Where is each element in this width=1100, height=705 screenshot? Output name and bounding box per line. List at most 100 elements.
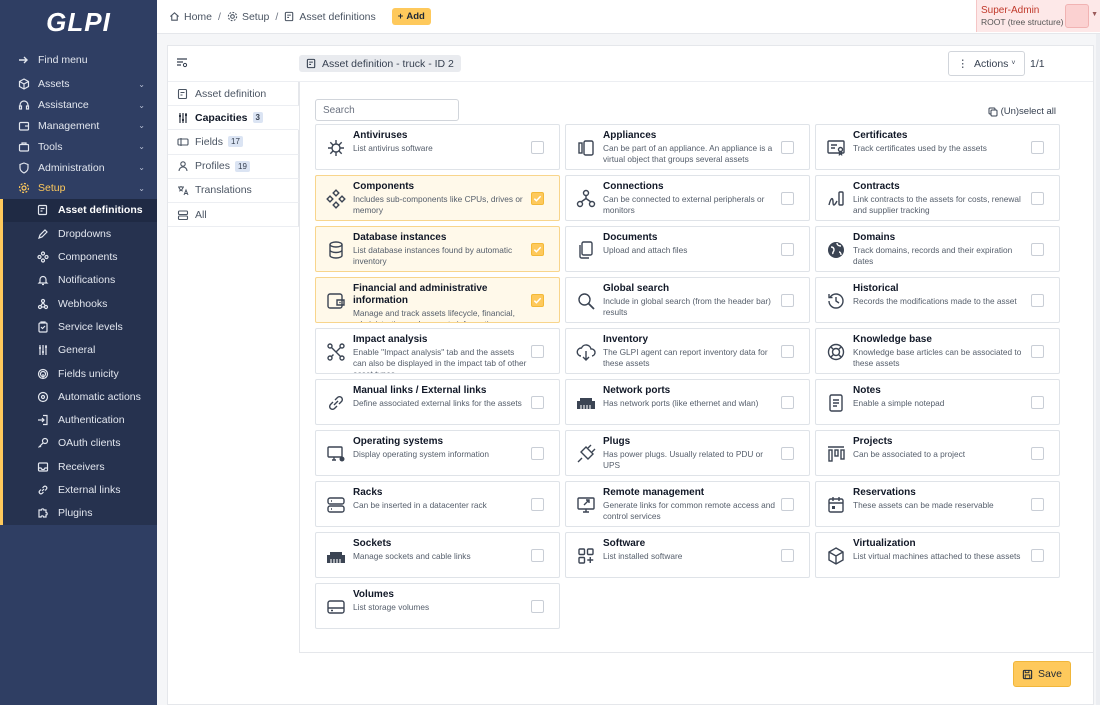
capacity-checkbox[interactable] [781,447,794,460]
capacity-remote-management[interactable]: Remote management Generate links for comm… [565,481,810,527]
sidebar-item-tools[interactable]: Tools ⌄ [0,136,157,157]
capacity-checkbox[interactable] [781,294,794,307]
capacity-domains[interactable]: Domains Track domains, records and their … [815,226,1060,272]
sidebar-item-automatic-actions[interactable]: Automatic actions [3,385,157,408]
capacity-checkbox[interactable] [531,345,544,358]
toggle-tabs-icon[interactable] [176,58,188,71]
sidebar-item-management[interactable]: Management ⌄ [0,116,157,137]
unselect-all-button[interactable]: (Un)select all [988,106,1056,117]
capacity-checkbox[interactable] [1031,141,1044,154]
sidebar-item-oauth-clients[interactable]: OAuth clients [3,432,157,455]
tab-asset-definition[interactable]: Asset definition [168,82,299,107]
tab-all[interactable]: All [168,202,299,228]
capacity-historical[interactable]: Historical Records the modifications made… [815,277,1060,323]
capacity-checkbox[interactable] [1031,396,1044,409]
capacity-checkbox[interactable] [781,498,794,511]
capacity-checkbox[interactable] [531,192,544,205]
sidebar-item-service-levels[interactable]: Service levels [3,315,157,338]
tab-translations[interactable]: Translations [168,178,299,203]
capacity-checkbox[interactable] [781,192,794,205]
capacity-database-instances[interactable]: Database instances List database instance… [315,226,560,272]
capacity-antiviruses[interactable]: Antiviruses List antivirus software [315,124,560,170]
capacity-title: Global search [603,283,670,294]
capacity-checkbox[interactable] [531,498,544,511]
capacity-impact-analysis[interactable]: Impact analysis Enable "Impact analysis" … [315,328,560,374]
sidebar-item-receivers[interactable]: Receivers [3,455,157,478]
sidebar-item-fields-unicity[interactable]: Fields unicity [3,362,157,385]
user-profile[interactable]: Super-Admin ROOT (tree structure) ▼ [976,0,1100,32]
capacity-checkbox[interactable] [781,243,794,256]
sidebar-item-asset-definitions[interactable]: Asset definitions [3,198,157,223]
capacity-checkbox[interactable] [781,549,794,562]
breadcrumb-setup[interactable]: Setup [242,11,269,23]
sidebar-item-dropdowns[interactable]: Dropdowns [3,222,157,245]
capacity-connections[interactable]: Connections Can be connected to external … [565,175,810,221]
capacity-checkbox[interactable] [531,294,544,307]
capacity-appliances[interactable]: Appliances Can be part of an appliance. A… [565,124,810,170]
capacity-checkbox[interactable] [781,345,794,358]
sidebar-item-assets[interactable]: Assets ⌄ [0,74,157,95]
capacity-manual-links-external-links[interactable]: Manual links / External links Define asso… [315,379,560,425]
capacity-volumes[interactable]: Volumes List storage volumes [315,583,560,629]
sidebar-item-notifications[interactable]: Notifications [3,269,157,292]
capacity-checkbox[interactable] [531,141,544,154]
sidebar-item-general[interactable]: General [3,339,157,362]
capacity-inventory[interactable]: Inventory The GLPI agent can report inven… [565,328,810,374]
capacity-racks[interactable]: Racks Can be inserted in a datacenter rac… [315,481,560,527]
sidebar-item-plugins[interactable]: Plugins [3,502,157,525]
capacity-virtualization[interactable]: Virtualization List virtual machines atta… [815,532,1060,578]
capacity-checkbox[interactable] [1031,498,1044,511]
capacity-checkbox[interactable] [781,396,794,409]
breadcrumb-home[interactable]: Home [184,11,212,23]
capacity-checkbox[interactable] [1031,549,1044,562]
actions-button[interactable]: ⋮ Actions ˅ [948,51,1025,76]
capacity-plugs[interactable]: Plugs Has power plugs. Usually related to… [565,430,810,476]
tab-profiles[interactable]: Profiles 19 [168,154,299,179]
capacity-checkbox[interactable] [531,549,544,562]
avatar[interactable] [1065,4,1089,28]
capacity-checkbox[interactable] [531,396,544,409]
find-menu-button[interactable]: Find menu [0,49,157,71]
wallet-icon [18,120,30,132]
sidebar-item-assistance[interactable]: Assistance ⌄ [0,95,157,116]
capacity-operating-systems[interactable]: Operating systems Display operating syste… [315,430,560,476]
capacity-software[interactable]: Software List installed software [565,532,810,578]
capacity-checkbox[interactable] [1031,345,1044,358]
capacity-certificates[interactable]: Certificates Track certificates used by t… [815,124,1060,170]
chevron-down-icon: ⌄ [138,121,145,131]
sidebar-item-components[interactable]: Components [3,245,157,268]
page-scrollbar[interactable] [1096,34,1100,705]
capacity-notes[interactable]: Notes Enable a simple notepad [815,379,1060,425]
capacity-knowledge-base[interactable]: Knowledge base Knowledge base articles ca… [815,328,1060,374]
capacity-reservations[interactable]: Reservations These assets can be made res… [815,481,1060,527]
capacity-contracts[interactable]: Contracts Link contracts to the assets fo… [815,175,1060,221]
capacity-sockets[interactable]: Sockets Manage sockets and cable links [315,532,560,578]
breadcrumb-asset-definitions[interactable]: Asset definitions [299,11,375,23]
tab-fields[interactable]: Fields 17 [168,130,299,155]
capacity-checkbox[interactable] [531,243,544,256]
add-button[interactable]: + Add [391,8,431,25]
sidebar-item-administration[interactable]: Administration ⌄ [0,157,157,178]
capacity-checkbox[interactable] [531,600,544,613]
capacity-projects[interactable]: Projects Can be associated to a project [815,430,1060,476]
search-input[interactable] [315,99,459,121]
sidebar-item-authentication[interactable]: Authentication [3,408,157,431]
glpi-logo[interactable]: GLPI [0,0,157,45]
capacity-checkbox[interactable] [1031,294,1044,307]
capacity-network-ports[interactable]: Network ports Has network ports (like eth… [565,379,810,425]
capacity-documents[interactable]: Documents Upload and attach files [565,226,810,272]
page-title: Asset definition - truck - ID 2 [299,55,461,72]
capacity-checkbox[interactable] [1031,192,1044,205]
capacity-financial-and-administrative-information[interactable]: Financial and administrative information… [315,277,560,323]
capacity-components[interactable]: Components Includes sub-components like C… [315,175,560,221]
sidebar-item-external-links[interactable]: External links [3,478,157,501]
capacity-checkbox[interactable] [1031,447,1044,460]
capacity-global-search[interactable]: Global search Include in global search (f… [565,277,810,323]
tab-capacities[interactable]: Capacities 3 [168,106,299,131]
save-button[interactable]: Save [1013,661,1071,687]
sidebar-item-setup[interactable]: Setup ⌄ [0,178,157,199]
capacity-checkbox[interactable] [781,141,794,154]
capacity-checkbox[interactable] [1031,243,1044,256]
sidebar-item-webhooks[interactable]: Webhooks [3,292,157,315]
capacity-checkbox[interactable] [531,447,544,460]
